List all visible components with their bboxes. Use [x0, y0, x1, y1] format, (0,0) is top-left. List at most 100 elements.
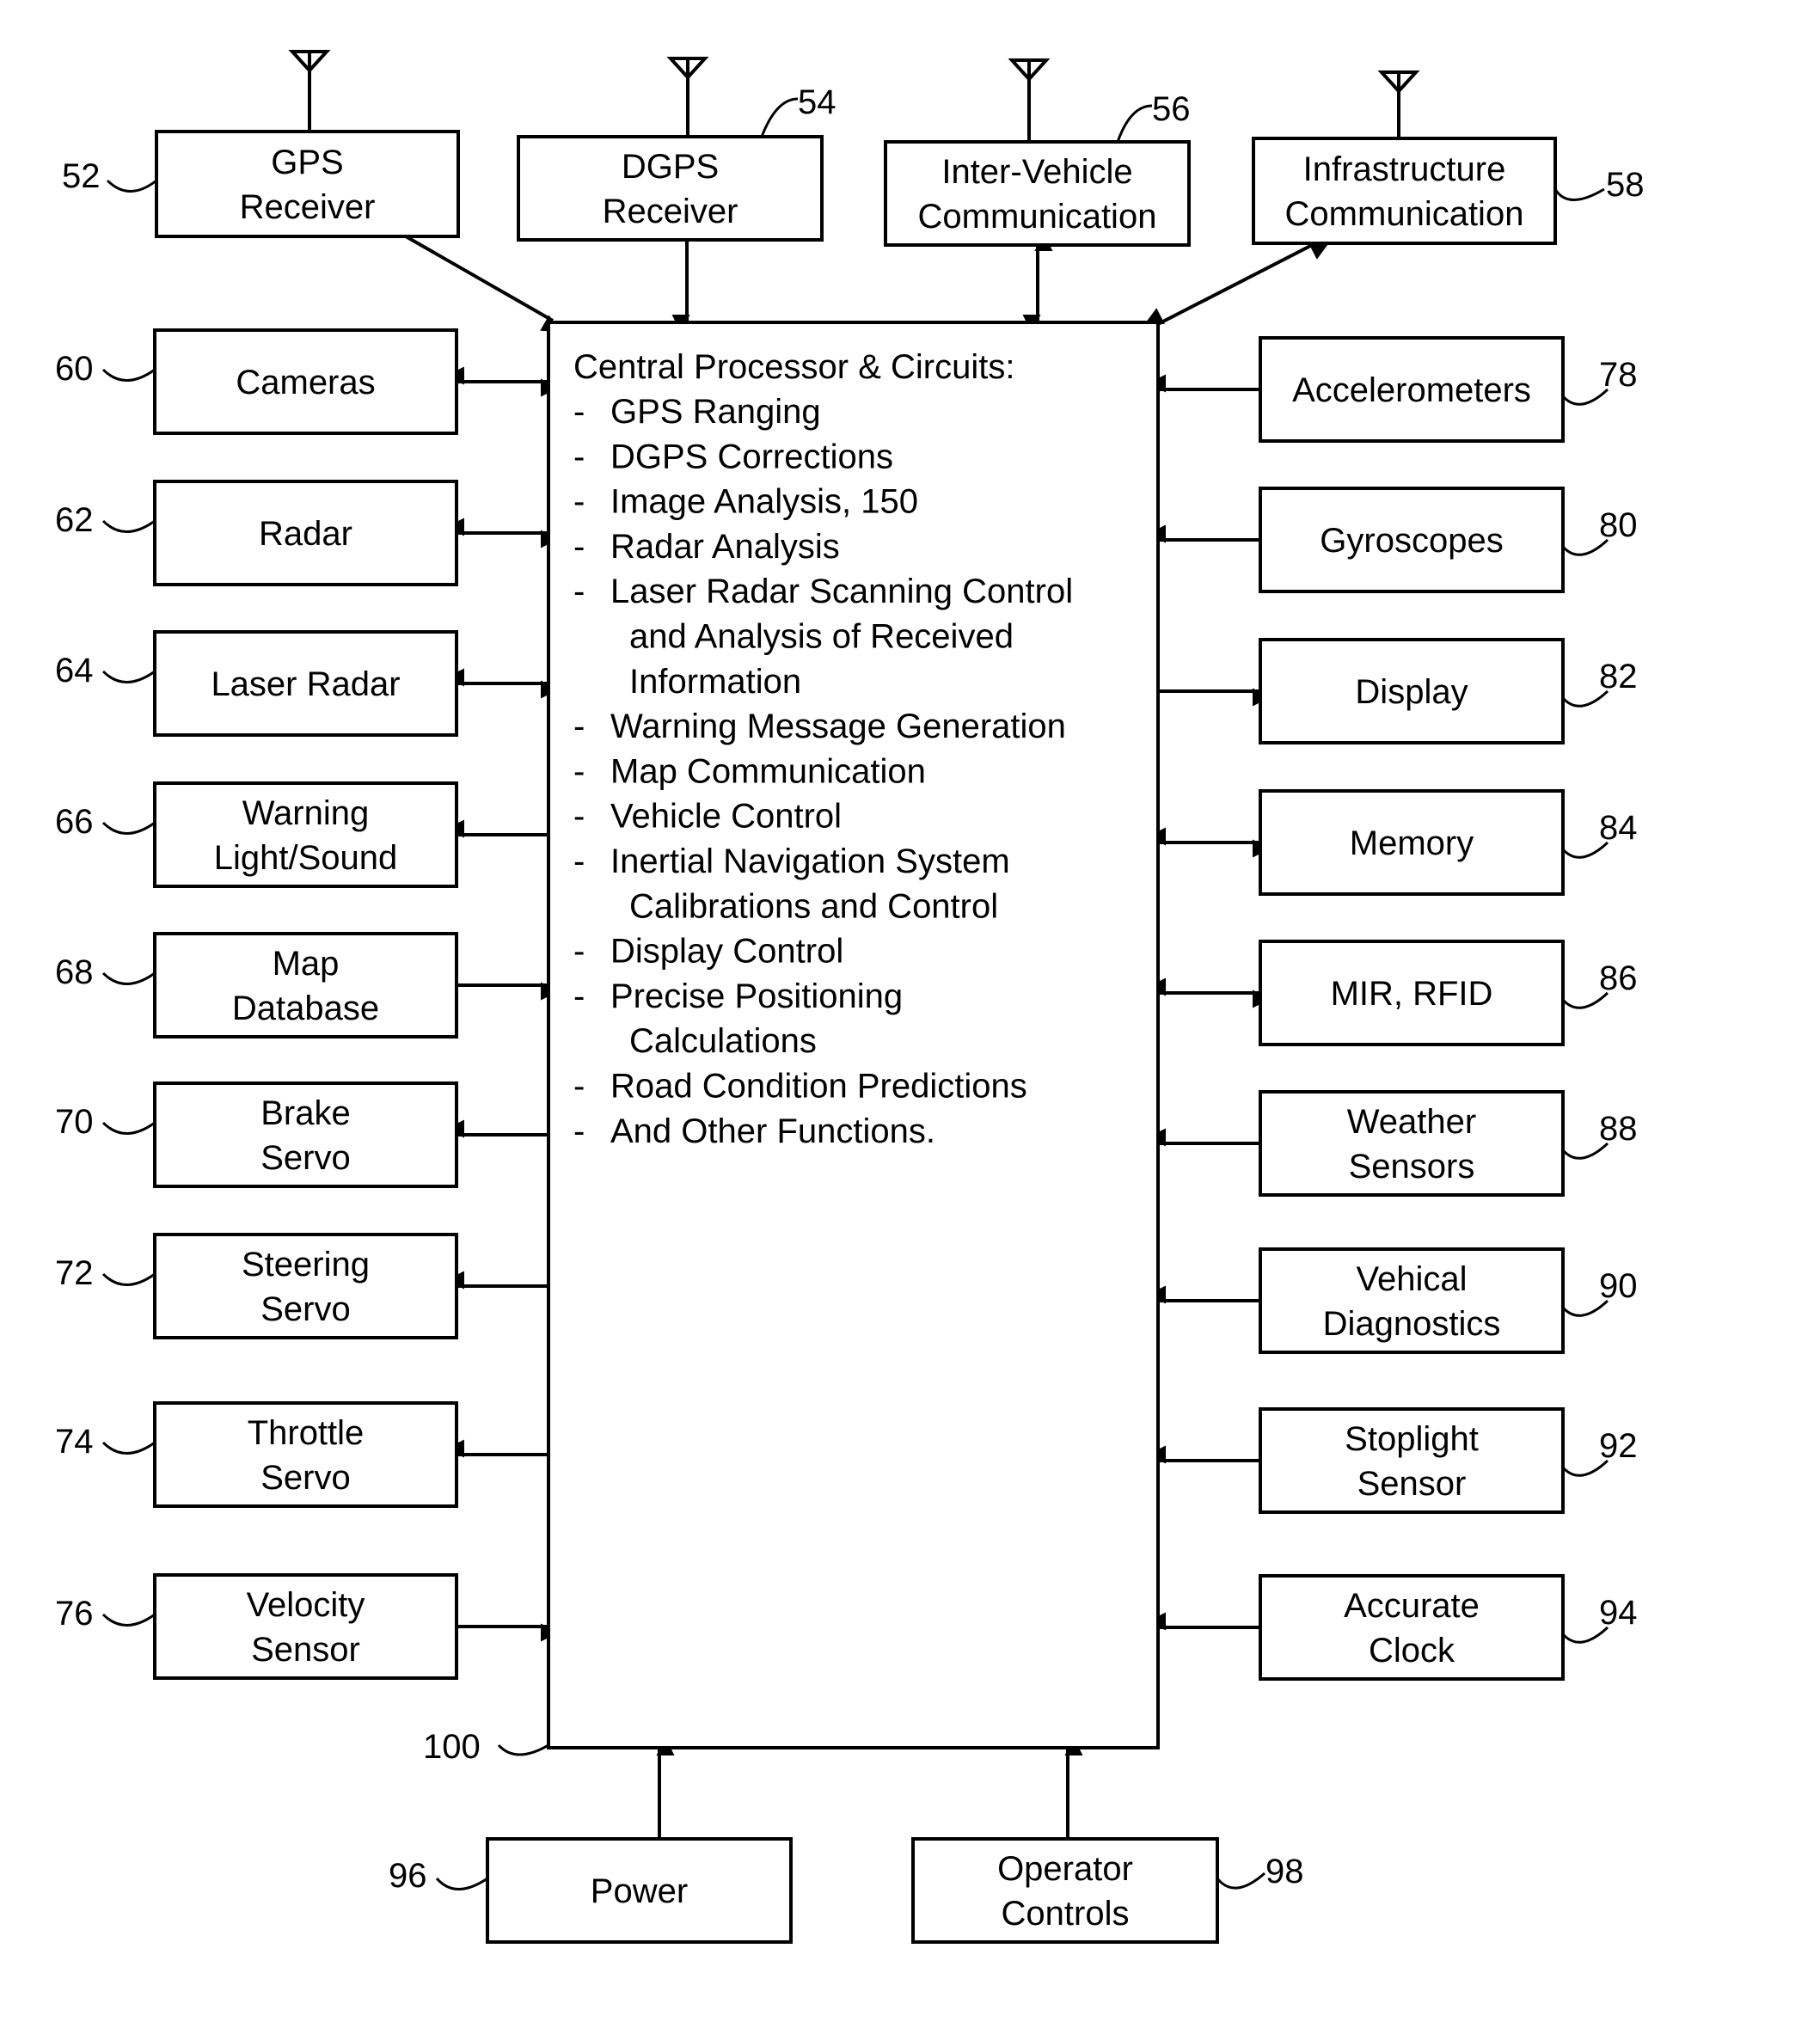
inter-vehicle-communication-label: Inter-Vehicle	[941, 153, 1132, 191]
leader-line-72	[101, 1272, 156, 1286]
gyroscopes-block: Gyroscopes 80	[1259, 487, 1638, 593]
leader-line-70	[101, 1121, 156, 1135]
bullet-dash: -	[573, 483, 585, 521]
memory-label: Memory	[1350, 824, 1474, 862]
bullet-dash: -	[573, 977, 585, 1015]
throttle-servo-label: Servo	[260, 1459, 351, 1497]
bullet-dash: -	[573, 393, 585, 431]
radar-block: Radar 62	[55, 480, 458, 586]
gps-receiver-connector	[405, 235, 561, 333]
ref-number-88: 88	[1599, 1110, 1638, 1148]
central-function-text: Map Communication	[610, 752, 926, 790]
steering-servo-block: Steering Servo 72	[55, 1233, 458, 1339]
dgps-receiver-antenna-icon	[666, 57, 709, 80]
vehical-diagnostics-block: Vehical Diagnostics 90	[1259, 1247, 1638, 1354]
central-function-text: Inertial Navigation System	[610, 842, 1010, 880]
central-function-text: Information	[629, 663, 801, 701]
ref-number-84: 84	[1599, 809, 1638, 847]
accelerometers-label: Accelerometers	[1292, 371, 1531, 409]
bullet-dash: -	[573, 708, 585, 745]
weather-sensors-block: Weather Sensors 88	[1259, 1090, 1638, 1197]
gyroscopes-label: Gyroscopes	[1320, 522, 1503, 560]
leader-line-76	[101, 1613, 156, 1627]
operator-controls-block: Operator Controls 98	[911, 1837, 1304, 1944]
inter-vehicle-communication-antenna-icon	[1008, 58, 1051, 82]
leader-line-58	[1553, 187, 1605, 201]
brake-servo-block: Brake Servo 70	[55, 1081, 458, 1188]
central-function-text: And Other Functions.	[610, 1112, 935, 1150]
ref-number-62: 62	[55, 501, 94, 539]
display-block: Display 82	[1259, 638, 1638, 744]
central-function-text: Calculations	[629, 1022, 817, 1060]
central-function-item: - GPS Ranging	[573, 393, 821, 431]
throttle-servo-label: Throttle	[248, 1414, 365, 1452]
gps-receiver-block: GPS Receiver 52	[62, 50, 460, 238]
ref-number-68: 68	[55, 953, 94, 991]
central-function-item: - And Other Functions.	[573, 1112, 935, 1150]
velocity-sensor-label: Velocity	[247, 1586, 365, 1624]
ref-number-74: 74	[55, 1423, 94, 1461]
dgps-receiver-block: DGPS Receiver 54	[517, 57, 836, 242]
leader-line-98	[1216, 1872, 1265, 1890]
central-function-item: - Road Condition Predictions	[573, 1068, 1027, 1106]
bullet-dash: -	[573, 752, 585, 790]
stoplight-sensor-label: Sensor	[1357, 1465, 1467, 1503]
central-function-item: - Display Control	[573, 933, 843, 971]
central-processor-title: Central Processor & Circuits:	[573, 348, 1014, 386]
central-function-item: - DGPS Corrections	[573, 438, 893, 475]
brake-servo-label: Brake	[260, 1094, 351, 1132]
leader-line-64	[101, 670, 156, 683]
central-function-text: Vehicle Control	[610, 798, 842, 836]
leader-line-60	[101, 368, 156, 382]
bullet-dash: -	[573, 842, 585, 880]
ref-number-78: 78	[1599, 356, 1638, 394]
ref-number-58: 58	[1606, 166, 1645, 204]
infrastructure-communication-label: Communication	[1285, 195, 1524, 233]
block-diagram: GPS Receiver 52 DGPS Receiver 54 Inter-Vehicle…	[55, 50, 1645, 1944]
ref-number-72: 72	[55, 1254, 94, 1292]
infrastructure-communication-connector	[1144, 242, 1329, 326]
leader-line-66	[101, 821, 156, 835]
ref-number-92: 92	[1599, 1427, 1638, 1465]
dgps-receiver-label: Receiver	[603, 193, 738, 230]
infrastructure-communication-antenna-icon	[1377, 70, 1420, 94]
ref-number-82: 82	[1599, 658, 1638, 695]
ref-number-98: 98	[1265, 1853, 1304, 1890]
cameras-block: Cameras 60	[55, 328, 458, 435]
accurate-clock-label: Clock	[1369, 1632, 1455, 1670]
ref-number-100: 100	[423, 1728, 481, 1766]
map-database-label: Database	[232, 989, 379, 1027]
leader-line-74	[101, 1441, 156, 1455]
ref-number-94: 94	[1599, 1594, 1638, 1632]
radar-label: Radar	[259, 515, 352, 553]
display-label: Display	[1355, 673, 1468, 711]
weather-sensors-label: Weather	[1347, 1103, 1476, 1141]
central-function-text: Display Control	[610, 933, 843, 971]
bullet-dash: -	[573, 438, 585, 475]
ref-number-80: 80	[1599, 506, 1638, 544]
steering-servo-label: Steering	[242, 1246, 370, 1284]
bullet-dash: -	[573, 798, 585, 836]
accurate-clock-block: Accurate Clock 94	[1259, 1574, 1638, 1681]
bullet-dash: -	[573, 933, 585, 971]
accurate-clock-label: Accurate	[1344, 1587, 1480, 1625]
mir-rfid-label: MIR, RFID	[1331, 975, 1493, 1013]
inter-vehicle-communication-block: Inter-Vehicle Communication 56	[884, 58, 1191, 247]
velocity-sensor-block: Velocity Sensor 76	[55, 1573, 458, 1680]
leader-line-100	[497, 1743, 549, 1756]
leader-line-52	[106, 179, 157, 193]
central-function-item: - Vehicle Control	[573, 798, 842, 836]
central-function-item: - Warning Message Generation	[573, 708, 1066, 745]
cameras-label: Cameras	[236, 364, 375, 401]
operator-controls-label: Operator	[997, 1850, 1133, 1888]
brake-servo-label: Servo	[260, 1139, 351, 1177]
central-function-text: and Analysis of Received	[629, 618, 1014, 656]
warning-light-sound-block: Warning Light/Sound 66	[55, 781, 458, 888]
accelerometers-block: Accelerometers 78	[1259, 336, 1638, 443]
stoplight-sensor-block: Stoplight Sensor 92	[1259, 1407, 1638, 1514]
velocity-sensor-label: Sensor	[251, 1631, 360, 1669]
ref-number-54: 54	[798, 83, 836, 121]
power-block: Power 96	[389, 1837, 793, 1944]
leader-line-62	[101, 519, 156, 533]
ref-number-86: 86	[1599, 959, 1638, 997]
